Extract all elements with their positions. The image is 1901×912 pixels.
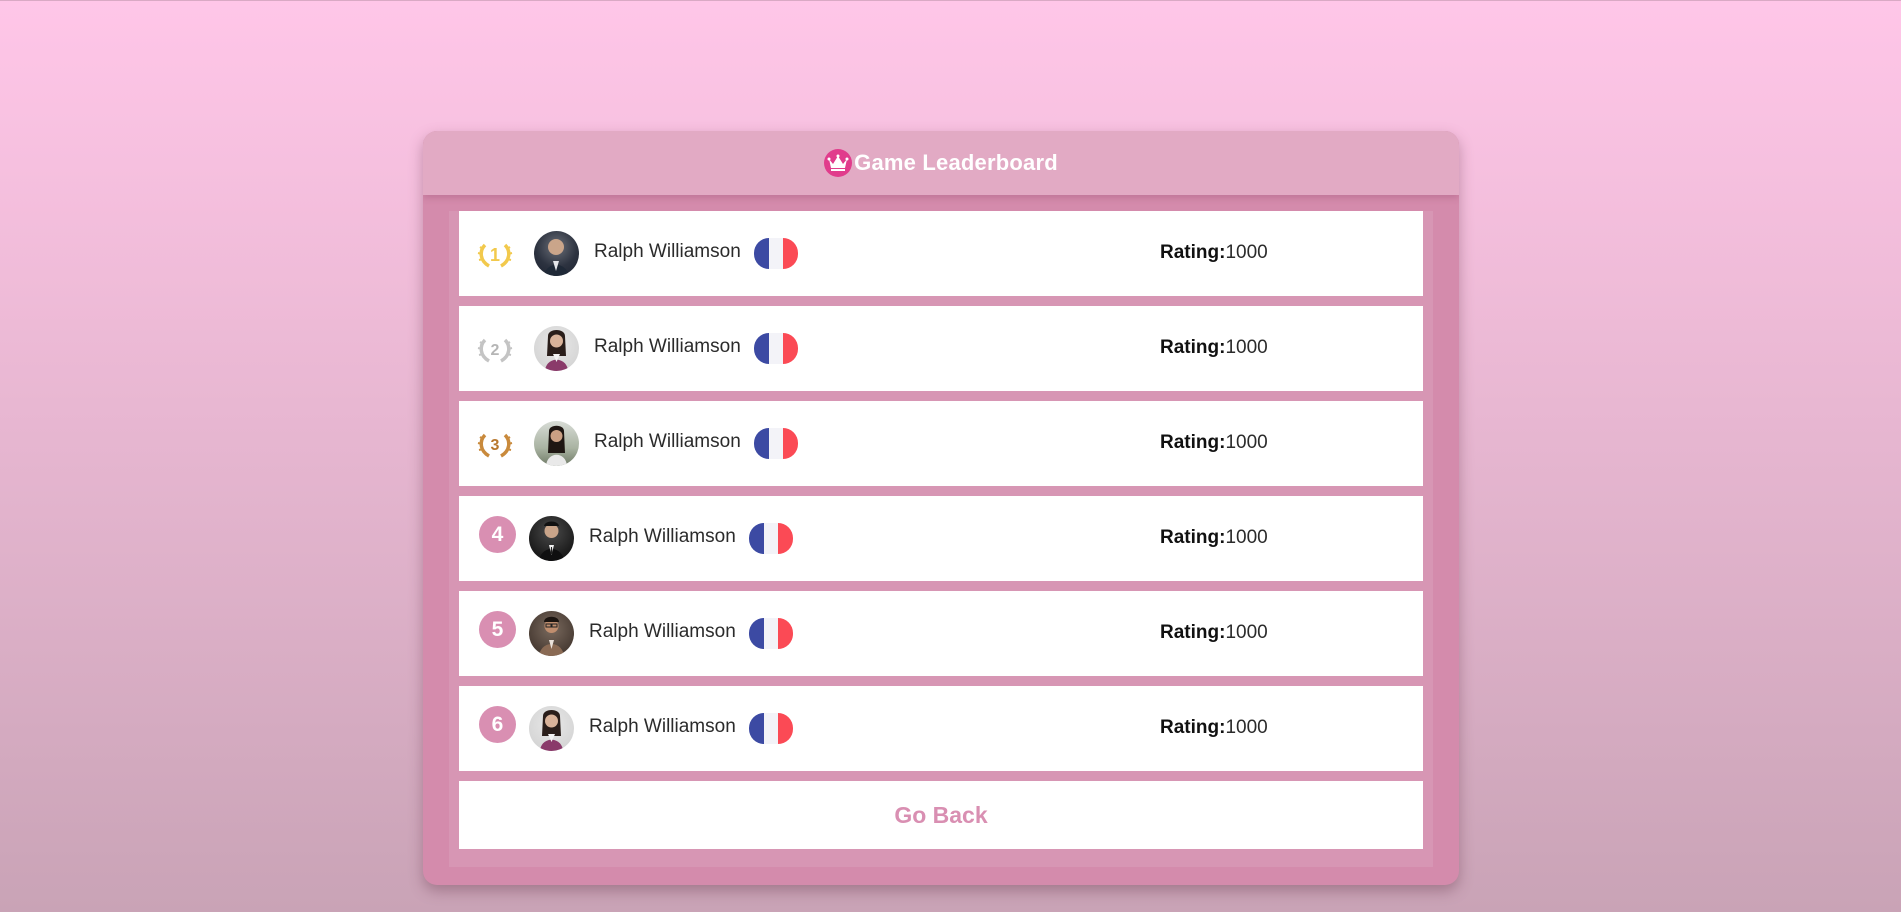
- player-rating: Rating:1000: [1160, 717, 1268, 738]
- leaderboard-row-2[interactable]: 2 Ralph Williamson Rating:1000: [459, 306, 1423, 391]
- bronze-laurel-icon: 3: [475, 425, 515, 465]
- page-title: Game Leaderboard: [854, 150, 1058, 175]
- go-back-label: Go Back: [894, 801, 988, 828]
- france-flag-icon: [749, 523, 793, 554]
- france-flag-icon: [754, 333, 798, 364]
- france-flag-icon: [754, 238, 798, 269]
- france-flag-icon: [754, 428, 798, 459]
- player-avatar: [529, 516, 574, 561]
- leaderboard-row-1[interactable]: 1 Ralph Williamson Rating:1000: [459, 211, 1423, 296]
- france-flag-icon: [749, 618, 793, 649]
- rank-number: 3: [491, 437, 500, 454]
- player-avatar: [534, 326, 579, 371]
- rank-number: 6: [479, 706, 516, 743]
- player-rating: Rating:1000: [1160, 527, 1268, 548]
- leaderboard-row-5[interactable]: 5 Ralph Williamson Rating:1000: [459, 591, 1423, 676]
- crown-icon: [824, 149, 853, 177]
- player-rating: Rating:1000: [1160, 432, 1268, 453]
- rank-number: 4: [479, 516, 516, 553]
- player-name: Ralph Williamson: [589, 716, 736, 737]
- leaderboard-row-6[interactable]: 6 Ralph Williamson Rating:1000: [459, 686, 1423, 771]
- player-name: Ralph Williamson: [594, 336, 741, 357]
- silver-laurel-icon: 2: [475, 330, 515, 370]
- rank-number: 5: [479, 611, 516, 648]
- player-name: Ralph Williamson: [589, 621, 736, 642]
- player-avatar: [529, 706, 574, 751]
- player-name: Ralph Williamson: [594, 241, 741, 262]
- leaderboard-header: Game Leaderboard: [423, 131, 1459, 195]
- player-rating: Rating:1000: [1160, 622, 1268, 643]
- player-rating: Rating:1000: [1160, 337, 1268, 358]
- rank-number: 1: [490, 245, 500, 265]
- leaderboard-list: 1 Ralph Williamson Rating:1000 2 Ralph W…: [449, 211, 1433, 867]
- player-avatar: [534, 421, 579, 466]
- go-back-button[interactable]: Go Back: [459, 781, 1423, 849]
- player-name: Ralph Williamson: [589, 526, 736, 547]
- leaderboard-card: Game Leaderboard 1 Ralph Williamson Rati…: [423, 131, 1459, 885]
- player-rating: Rating:1000: [1160, 242, 1268, 263]
- player-avatar: [529, 611, 574, 656]
- france-flag-icon: [749, 713, 793, 744]
- leaderboard-row-3[interactable]: 3 Ralph Williamson Rating:1000: [459, 401, 1423, 486]
- top-border: [0, 0, 1901, 1]
- player-avatar: [534, 231, 579, 276]
- player-name: Ralph Williamson: [594, 431, 741, 452]
- leaderboard-row-4[interactable]: 4 Ralph Williamson Rating:1000: [459, 496, 1423, 581]
- rank-number: 2: [491, 342, 500, 359]
- gold-laurel-icon: 1: [475, 235, 515, 275]
